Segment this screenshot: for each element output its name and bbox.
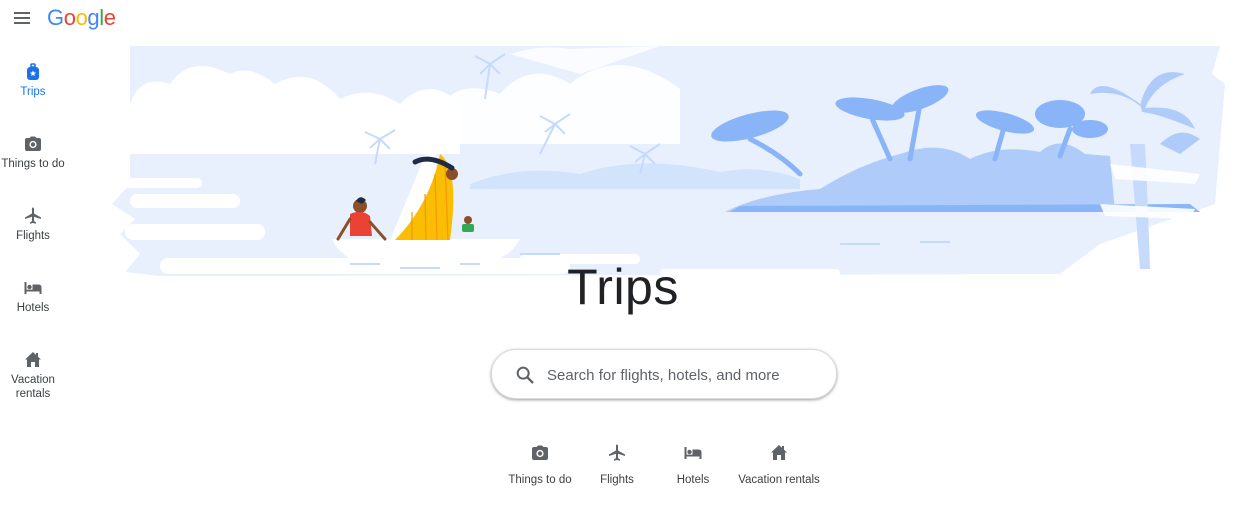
hamburger-menu-icon xyxy=(14,12,30,24)
camera-icon xyxy=(532,445,548,460)
rail-item-trips[interactable]: Trips xyxy=(0,50,66,122)
shortcut-label: Things to do xyxy=(508,474,572,486)
page-title: Trips xyxy=(567,259,679,315)
navigation-rail: Trips Things to do Flights Hotels Vacati… xyxy=(0,50,66,410)
main-menu-button[interactable] xyxy=(11,8,33,28)
rail-item-label: Things to do xyxy=(1,158,65,170)
top-app-bar: Google xyxy=(0,0,1246,36)
rail-item-label: Vacation rentals xyxy=(11,374,55,400)
search-box[interactable] xyxy=(491,349,837,399)
google-logo[interactable]: Google xyxy=(47,4,116,32)
shortcut-label: Flights xyxy=(600,474,634,486)
shortcut-label: Hotels xyxy=(676,474,710,486)
camera-icon xyxy=(25,136,41,151)
shortcut-label: Vacation rentals xyxy=(738,474,820,486)
shortcut-hotels[interactable]: Hotels xyxy=(670,438,716,498)
rail-item-label: Trips xyxy=(20,86,46,98)
shortcut-things-to-do[interactable]: Things to do xyxy=(506,438,574,498)
shortcut-flights[interactable]: Flights xyxy=(594,438,640,498)
search-icon[interactable] xyxy=(514,364,536,386)
rail-item-vacation-rentals[interactable]: Vacation rentals xyxy=(0,338,66,410)
bed-icon xyxy=(684,447,702,459)
luggage-icon xyxy=(27,63,39,80)
airplane-icon xyxy=(25,207,41,224)
airplane-icon xyxy=(609,444,625,461)
search-input[interactable] xyxy=(547,360,817,390)
shortcut-vacation-rentals[interactable]: Vacation rentals xyxy=(735,438,823,498)
rail-item-things-to-do[interactable]: Things to do xyxy=(0,122,66,194)
house-icon xyxy=(25,352,41,367)
explore-shortcuts: Things to do Flights Hotels Vacation ren… xyxy=(0,438,1246,498)
house-icon xyxy=(771,445,787,460)
rail-item-label: Flights xyxy=(16,230,50,242)
